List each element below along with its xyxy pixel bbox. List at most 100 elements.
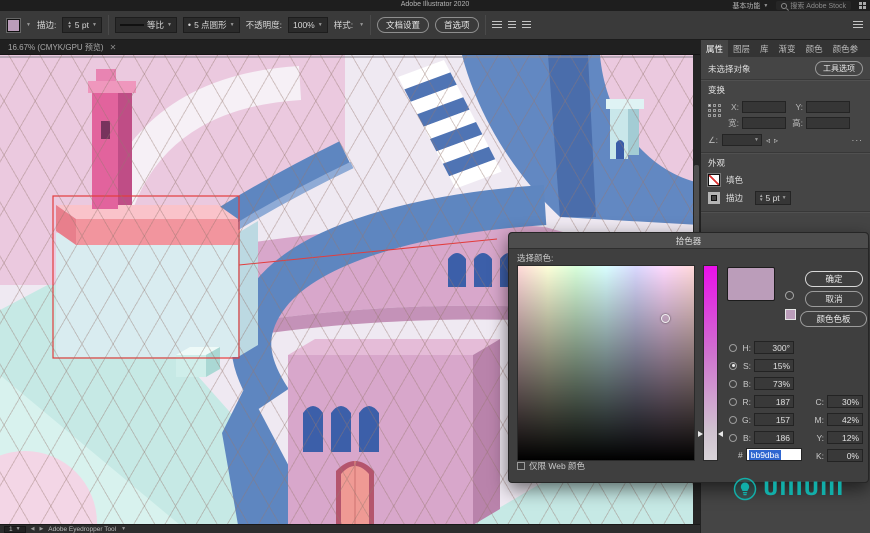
tab-libraries[interactable]: 库 — [755, 40, 774, 57]
preferences-button[interactable]: 首选项 — [435, 17, 479, 33]
opacity-label: 不透明度: — [245, 20, 282, 30]
flip-horizontal-icon[interactable]: ◃ — [766, 136, 770, 145]
panel-tab-bar: 属性 图层 库 渐变 颜色 颜色参 — [701, 40, 870, 57]
title-bar: Adobe Illustrator 2020 基本功能 ▼ 搜索 Adobe S… — [0, 0, 870, 11]
reference-point-selector[interactable] — [708, 104, 722, 129]
stepper-arrows-icon[interactable]: ▲ ▼ — [759, 193, 763, 202]
chevron-down-icon: ▼ — [26, 22, 31, 28]
new-color-preview — [727, 267, 775, 301]
brush-select[interactable]: • 5 点圆形 ▼ — [182, 17, 240, 33]
radio-b[interactable] — [729, 379, 737, 388]
y-input[interactable] — [806, 101, 850, 113]
width-input[interactable] — [742, 117, 786, 129]
search-icon — [781, 2, 788, 9]
c-input[interactable]: 30% — [827, 395, 863, 408]
h-input[interactable]: 300° — [754, 341, 794, 354]
tool-options-button[interactable]: 工具选项 — [815, 61, 863, 76]
close-icon[interactable]: ✕ — [110, 43, 117, 52]
dialog-title-bar[interactable]: 拾色器 — [509, 233, 868, 249]
y-input[interactable]: 12% — [827, 431, 863, 444]
align-right-icon[interactable] — [521, 21, 531, 29]
k-input[interactable]: 0% — [827, 449, 863, 462]
hex-input[interactable]: bb9dba — [745, 448, 802, 461]
radio-h[interactable] — [729, 343, 737, 352]
stroke-swatch[interactable] — [708, 192, 720, 204]
color-field-marker[interactable] — [661, 314, 670, 323]
chevron-down-icon: ▼ — [166, 22, 172, 28]
width-profile-select[interactable]: 等比 ▼ — [114, 17, 177, 33]
chevron-down-icon: ▼ — [91, 22, 97, 28]
blue-input[interactable]: 186 — [754, 431, 794, 444]
align-left-icon[interactable] — [491, 21, 502, 29]
color-swatches-button[interactable]: 颜色色板 — [800, 311, 867, 327]
app-title: Adobe Illustrator 2020 — [400, 1, 470, 8]
web-safe-swatch[interactable] — [785, 309, 796, 320]
radio-r[interactable] — [729, 397, 737, 406]
radio-g[interactable] — [729, 415, 737, 424]
height-input[interactable] — [806, 117, 850, 129]
fill-none-swatch[interactable] — [708, 174, 720, 186]
separator — [107, 15, 109, 35]
watermark-text: UIIIUIII — [763, 478, 845, 500]
appearance-section: 外观 填色 描边 ▲ ▼ 5 pt ▼ — [701, 153, 870, 211]
illustrator-window: Adobe Illustrator 2020 基本功能 ▼ 搜索 Adobe S… — [0, 0, 870, 533]
current-tool-label: Adobe Eyedropper Tool — [48, 525, 117, 533]
fill-color-swatch[interactable] — [7, 18, 20, 32]
next-artboard-icon[interactable]: ▶ — [39, 526, 43, 532]
cancel-button[interactable]: 取消 — [805, 291, 863, 307]
angle-input[interactable]: ▼ — [721, 134, 762, 146]
radio-blue[interactable] — [729, 433, 737, 442]
hex-hash-label: # — [738, 449, 743, 460]
color-field[interactable] — [517, 265, 695, 461]
flip-vertical-icon[interactable]: ▹ — [774, 136, 778, 145]
tab-color-guide[interactable]: 颜色参 — [828, 40, 864, 57]
saturation-slider[interactable] — [698, 265, 723, 461]
gamut-warning-icon[interactable] — [785, 291, 794, 300]
chevron-down-icon: ▼ — [229, 22, 235, 28]
document-setup-button[interactable]: 文档设置 — [377, 17, 430, 33]
web-colors-label: 仅限 Web 颜色 — [529, 461, 586, 471]
stroke-weight-stepper[interactable]: ▲ ▼ 5 pt ▼ — [755, 191, 791, 205]
tab-gradient[interactable]: 渐变 — [774, 40, 801, 57]
chevron-down-icon: ▼ — [763, 2, 769, 9]
more-options-button[interactable]: ··· — [852, 135, 864, 145]
workspace-grid-icon[interactable] — [859, 2, 866, 9]
stroke-weight-input[interactable]: ▲ ▼ 5 pt ▼ — [62, 17, 102, 33]
b-input[interactable]: 73% — [754, 377, 794, 390]
ok-button[interactable]: 确定 — [805, 271, 863, 287]
control-bar: ▼ 描边: ▲ ▼ 5 pt ▼ 等比 ▼ • 5 点圆形 ▼ 不透明度: 100… — [0, 11, 870, 40]
s-input[interactable]: 15% — [754, 359, 794, 372]
fill-label: 填色 — [726, 175, 744, 185]
no-selection-label: 未选择对象 — [708, 63, 751, 74]
chevron-down-icon[interactable]: ▼ — [359, 22, 364, 28]
stepper-arrows-icon[interactable]: ▲ ▼ — [67, 20, 71, 29]
tab-layers[interactable]: 图层 — [728, 40, 755, 57]
radio-s[interactable] — [729, 361, 737, 370]
x-input[interactable] — [742, 101, 786, 113]
opacity-input[interactable]: 100% ▼ — [287, 17, 328, 33]
workspace-switcher[interactable]: 基本功能 ▼ — [732, 1, 768, 11]
status-bar: 1 ▼ ◀ ▶ Adobe Eyedropper Tool ▼ — [0, 524, 700, 533]
stroke-profile-icon — [119, 24, 144, 26]
slider-arrow-icon[interactable] — [698, 431, 703, 437]
brush-dot-icon: • — [187, 20, 192, 30]
slider-arrow-icon[interactable] — [718, 431, 723, 437]
chevron-down-icon[interactable]: ▼ — [121, 526, 126, 532]
transform-title: 变换 — [708, 85, 726, 95]
stock-search-input[interactable]: 搜索 Adobe Stock — [776, 1, 851, 10]
prev-artboard-icon[interactable]: ◀ — [31, 526, 35, 532]
g-input[interactable]: 157 — [754, 413, 794, 426]
m-input[interactable]: 42% — [827, 413, 863, 426]
color-picker-dialog: 拾色器 选择颜色: 确定 取消 颜色色板 H: 300° S: 15% B: 7… — [508, 232, 869, 483]
align-center-icon[interactable] — [507, 21, 516, 29]
r-input[interactable]: 187 — [754, 395, 794, 408]
artboard-navigation[interactable]: 1 ▼ — [4, 525, 26, 533]
tab-color[interactable]: 颜色 — [801, 40, 828, 57]
web-colors-checkbox[interactable] — [517, 462, 525, 470]
watermark: UIIIUIII — [733, 477, 844, 501]
lightbulb-icon — [733, 477, 757, 501]
panel-menu-icon[interactable] — [853, 21, 863, 29]
tab-properties[interactable]: 属性 — [701, 40, 729, 57]
document-tab[interactable]: 16.67% (CMYK/GPU 预览) — [8, 42, 104, 53]
hex-selected-text: bb9dba — [748, 449, 782, 460]
